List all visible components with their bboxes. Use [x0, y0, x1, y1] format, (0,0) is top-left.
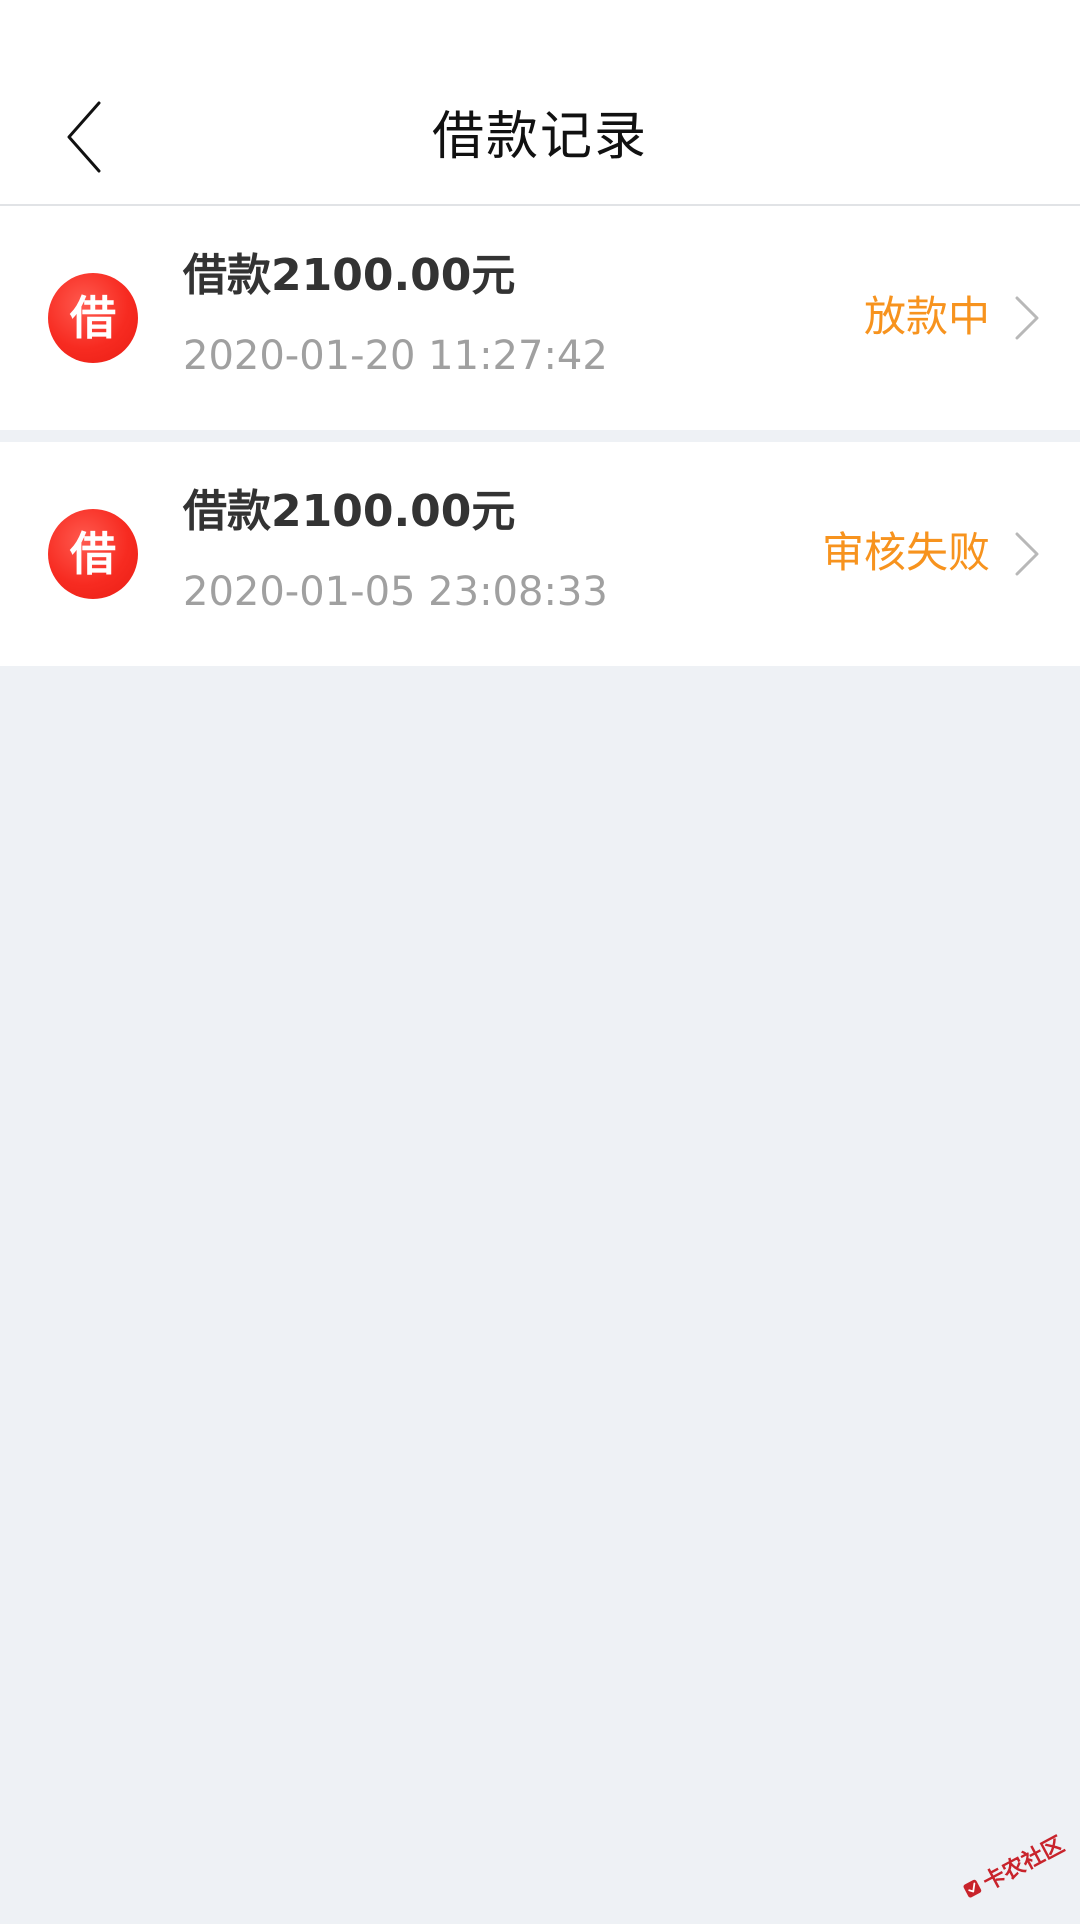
loan-record-item[interactable]: 借 借款2100.00元 2020-01-05 23:08:33 审核失败	[0, 442, 1080, 666]
loan-badge-icon: 借	[48, 509, 138, 599]
chevron-left-icon	[67, 101, 101, 173]
watermark: 卡农社区	[948, 1810, 1078, 1923]
watermark-text: 卡农社区	[979, 1832, 1069, 1896]
loan-badge-label: 借	[70, 527, 116, 581]
loan-date: 2020-01-05 23:08:33	[183, 569, 608, 615]
loan-date: 2020-01-20 11:27:42	[183, 333, 608, 379]
loan-badge-icon: 借	[48, 273, 138, 363]
chevron-right-icon	[1015, 532, 1039, 576]
status-bar	[0, 0, 1080, 70]
loan-amount: 借款2100.00元	[183, 486, 516, 537]
loan-status: 放款中	[863, 292, 990, 341]
loan-badge-label: 借	[70, 291, 116, 345]
top-navigation-bar: 借款记录	[0, 70, 1080, 206]
loan-status: 审核失败	[821, 528, 990, 577]
loan-amount: 借款2100.00元	[183, 250, 516, 301]
loan-record-item[interactable]: 借 借款2100.00元 2020-01-20 11:27:42 放款中	[0, 206, 1080, 430]
back-button[interactable]	[40, 92, 130, 182]
chevron-right-icon	[1015, 296, 1039, 340]
page-title: 借款记录	[431, 107, 648, 167]
